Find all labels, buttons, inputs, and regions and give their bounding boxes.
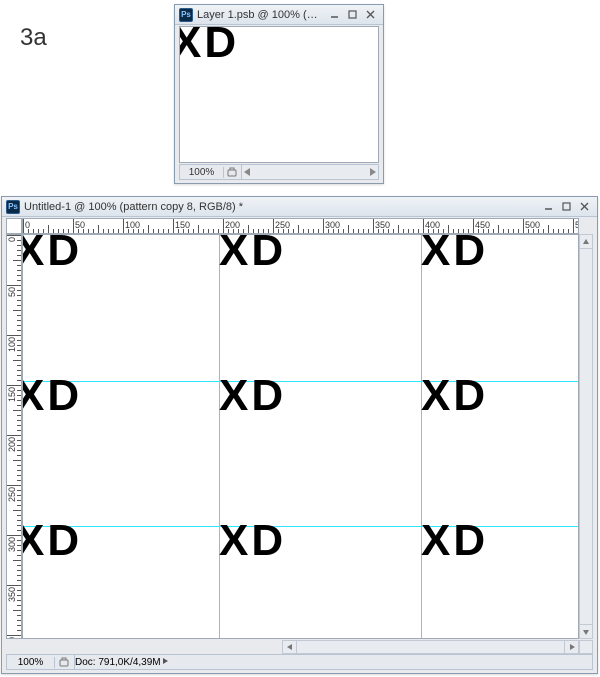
ruler-v-label: 200 bbox=[8, 437, 17, 452]
ruler-h-label: 500 bbox=[525, 220, 540, 230]
status-menu-icon[interactable] bbox=[161, 657, 169, 668]
ruler-h-label: 200 bbox=[225, 220, 240, 230]
window-title: Untitled-1 @ 100% (pattern copy 8, RGB/8… bbox=[24, 201, 537, 213]
window-layer-psb: Ps Layer 1.psb @ 100% (R... XD 100% bbox=[174, 4, 384, 184]
pattern-tile-text: XD bbox=[421, 519, 488, 563]
guide-horizontal[interactable] bbox=[23, 526, 578, 527]
titlebar[interactable]: Ps Untitled-1 @ 100% (pattern copy 8, RG… bbox=[2, 197, 597, 217]
horizontal-scrollbar[interactable] bbox=[282, 640, 579, 654]
canvas[interactable]: XD bbox=[179, 26, 379, 163]
ruler-v-label: 300 bbox=[8, 537, 17, 552]
scroll-left-icon[interactable] bbox=[283, 641, 297, 653]
ruler-v-label: 50 bbox=[8, 287, 17, 297]
minimize-button[interactable] bbox=[327, 8, 343, 22]
status-icon[interactable] bbox=[55, 655, 75, 669]
ruler-vertical[interactable]: 0 50 100 150 200 250 300 350 400 bbox=[6, 234, 22, 639]
ruler-h-label: 250 bbox=[275, 220, 290, 230]
titlebar[interactable]: Ps Layer 1.psb @ 100% (R... bbox=[175, 5, 383, 25]
ruler-h-label: 550 bbox=[575, 220, 579, 230]
minimize-button[interactable] bbox=[541, 200, 557, 214]
pattern-tile-text: XD bbox=[219, 374, 286, 418]
close-button[interactable] bbox=[363, 8, 379, 22]
ruler-h-label: 0 bbox=[25, 220, 30, 230]
ruler-h-label: 300 bbox=[325, 220, 340, 230]
pattern-text: XD bbox=[179, 26, 239, 65]
horizontal-scrollbar[interactable] bbox=[242, 165, 378, 179]
maximize-button[interactable] bbox=[559, 200, 575, 214]
resize-grip[interactable] bbox=[579, 640, 593, 654]
pattern-tile-text: XD bbox=[22, 519, 82, 563]
pattern-tile-text: XD bbox=[219, 234, 286, 273]
ruler-h-label: 150 bbox=[175, 220, 190, 230]
pattern-tile-text: XD bbox=[22, 234, 82, 273]
zoom-field[interactable]: 100% bbox=[7, 657, 55, 668]
ruler-v-label: 0 bbox=[8, 237, 17, 242]
guide-horizontal[interactable] bbox=[23, 381, 578, 382]
canvas[interactable]: XD XD XD XD XD XD XD XD XD bbox=[22, 234, 579, 639]
window-title: Layer 1.psb @ 100% (R... bbox=[197, 9, 323, 21]
vertical-scrollbar[interactable] bbox=[579, 234, 593, 639]
doc-info: Doc: 791,0K/4,39M bbox=[75, 657, 161, 668]
status-icon[interactable] bbox=[224, 165, 242, 179]
ruler-h-label: 450 bbox=[475, 220, 490, 230]
ruler-h-label: 350 bbox=[375, 220, 390, 230]
ruler-v-label: 150 bbox=[8, 387, 17, 402]
ruler-horizontal[interactable]: 0 50 100 150 200 250 300 350 400 450 500 550 bbox=[22, 218, 579, 234]
guide-vertical[interactable] bbox=[219, 235, 220, 638]
photoshop-icon: Ps bbox=[179, 8, 193, 22]
maximize-button[interactable] bbox=[345, 8, 361, 22]
ruler-h-label: 100 bbox=[125, 220, 140, 230]
photoshop-icon: Ps bbox=[6, 200, 20, 214]
status-bar: 100% Doc: 791,0K/4,39M bbox=[6, 654, 593, 670]
pattern-tile-text: XD bbox=[22, 374, 82, 418]
pattern-tile-text: XD bbox=[219, 519, 286, 563]
close-button[interactable] bbox=[577, 200, 593, 214]
scroll-right-icon[interactable] bbox=[564, 641, 578, 653]
ruler-origin[interactable] bbox=[6, 218, 22, 234]
pattern-tile-text: XD bbox=[421, 234, 488, 273]
zoom-field[interactable]: 100% bbox=[180, 167, 224, 178]
status-bar: 100% bbox=[179, 164, 379, 180]
ruler-v-label: 400 bbox=[8, 637, 17, 639]
ruler-v-label: 100 bbox=[8, 337, 17, 352]
ruler-v-label: 350 bbox=[8, 587, 17, 602]
ruler-h-label: 50 bbox=[75, 220, 85, 230]
guide-vertical[interactable] bbox=[421, 235, 422, 638]
step-label: 3a bbox=[20, 24, 47, 52]
ruler-v-label: 250 bbox=[8, 487, 17, 502]
ruler-h-label: 400 bbox=[425, 220, 440, 230]
scroll-up-icon[interactable] bbox=[580, 235, 592, 249]
scroll-down-icon[interactable] bbox=[580, 624, 592, 638]
window-untitled: Ps Untitled-1 @ 100% (pattern copy 8, RG… bbox=[1, 196, 598, 674]
pattern-tile-text: XD bbox=[421, 374, 488, 418]
